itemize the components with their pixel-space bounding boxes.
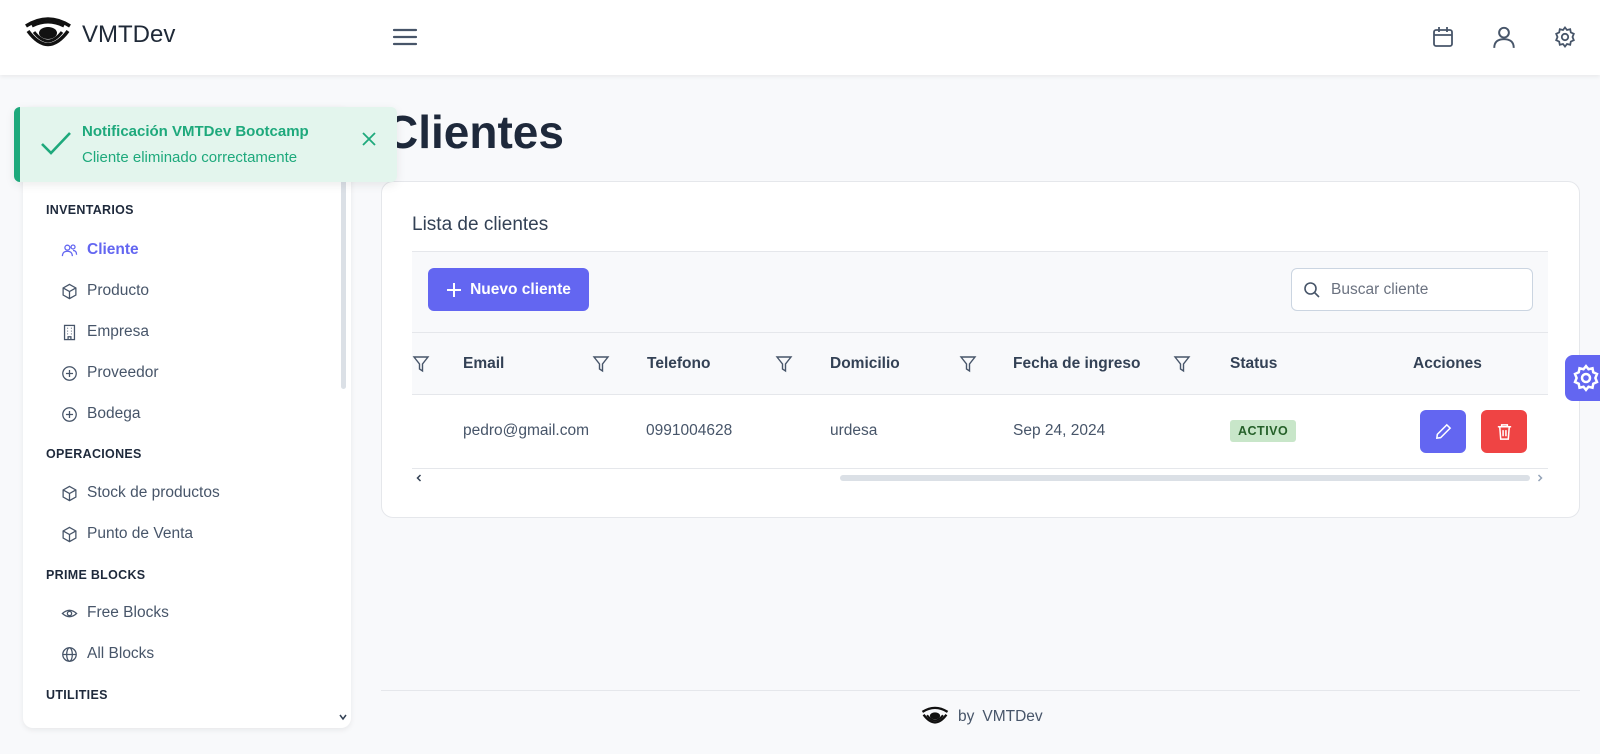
chevron-left-icon[interactable] — [414, 473, 424, 483]
profile-button[interactable] — [1485, 18, 1523, 56]
settings-button[interactable] — [1546, 18, 1584, 56]
cell-email: pedro@gmail.com — [463, 422, 590, 439]
search-box — [1291, 268, 1533, 311]
sidebar-item-label: Empresa — [87, 323, 150, 340]
sidebar-item-label: Cliente — [87, 241, 139, 258]
settings-icon — [1555, 26, 1575, 48]
logo-icon — [25, 17, 71, 47]
sidebar-item-label: Proveedor — [87, 364, 159, 381]
scrollbar-thumb[interactable] — [840, 475, 1530, 481]
plus-circle-icon — [62, 406, 77, 422]
cell-fecha: Sep 24, 2024 — [1013, 422, 1106, 439]
logo-icon — [921, 706, 949, 724]
table-row: pedro@gmail.com 0991004628 urdesa Sep 24… — [412, 395, 1548, 469]
column-status: Status — [1230, 355, 1278, 372]
column-email: Email — [463, 355, 505, 372]
sidebar-item-label: Free Blocks — [87, 604, 169, 621]
users-icon — [61, 243, 78, 256]
cell-telefono: 0991004628 — [646, 422, 733, 439]
toolbar: Nuevo cliente — [412, 251, 1548, 333]
edit-button[interactable] — [1420, 410, 1466, 453]
sidebar-item-punto-de-venta[interactable]: Punto de Venta — [61, 519, 193, 549]
filter-icon[interactable] — [775, 355, 793, 373]
sidebar-scrollbar[interactable] — [341, 167, 346, 389]
box-icon — [62, 485, 77, 501]
toast-message: Cliente eliminado correctamente — [82, 149, 298, 166]
page-title: Clientes — [385, 106, 564, 158]
search-icon — [1304, 281, 1320, 298]
footer-by: by — [958, 708, 975, 725]
sidebar-item-bodega[interactable]: Bodega — [61, 399, 140, 429]
app-logo[interactable]: VMTDev — [22, 14, 175, 56]
status-badge: ACTIVO — [1230, 420, 1297, 442]
close-icon[interactable] — [359, 129, 379, 149]
sidebar-section-inventarios: INVENTARIOS — [46, 203, 134, 217]
sidebar-item-producto[interactable]: Producto — [61, 276, 149, 306]
pencil-icon — [1435, 423, 1451, 440]
filter-icon[interactable] — [412, 355, 430, 373]
calendar-icon — [1433, 27, 1453, 47]
new-client-label: Nuevo cliente — [470, 280, 571, 298]
globe-icon — [62, 646, 77, 662]
footer: by VMTDev — [920, 705, 1043, 729]
sidebar-item-empresa[interactable]: Empresa — [61, 317, 149, 347]
menu-toggle-button[interactable] — [388, 20, 422, 54]
check-icon — [41, 132, 71, 155]
sidebar: INVENTARIOS Cliente Producto Empresa Pro… — [23, 107, 351, 728]
new-client-button[interactable]: Nuevo cliente — [428, 268, 589, 311]
search-input[interactable] — [1331, 280, 1511, 299]
menu-icon — [392, 28, 418, 46]
chevron-down-icon[interactable] — [338, 712, 348, 722]
box-icon — [62, 283, 77, 299]
trash-icon — [1497, 424, 1511, 440]
card-title: Lista de clientes — [412, 214, 549, 235]
sidebar-item-label: Stock de productos — [87, 484, 220, 501]
delete-button[interactable] — [1481, 410, 1527, 453]
cell-domicilio: urdesa — [830, 422, 878, 439]
table-horizontal-scrollbar[interactable] — [412, 469, 1548, 485]
sidebar-item-proveedor[interactable]: Proveedor — [61, 358, 159, 388]
plus-icon — [447, 282, 462, 297]
calendar-button[interactable] — [1424, 18, 1462, 56]
footer-divider — [381, 690, 1580, 691]
user-icon — [1493, 26, 1515, 48]
sidebar-item-label: All Blocks — [87, 645, 155, 662]
sidebar-item-label: Punto de Venta — [87, 525, 194, 542]
eye-icon — [61, 609, 78, 617]
sidebar-section-operaciones: OPERACIONES — [46, 447, 142, 461]
filter-icon[interactable] — [959, 355, 977, 373]
column-acciones: Acciones — [1413, 355, 1482, 372]
sidebar-item-all-blocks[interactable]: All Blocks — [61, 639, 154, 669]
table-header: Email Telefono Domicilio Fecha de ingres… — [412, 333, 1548, 395]
filter-icon[interactable] — [592, 355, 610, 373]
chevron-right-icon[interactable] — [1535, 473, 1545, 483]
app-name: VMTDev — [82, 21, 176, 48]
sidebar-item-stock[interactable]: Stock de productos — [61, 478, 220, 508]
box-icon — [62, 526, 77, 542]
column-fecha-ingreso: Fecha de ingreso — [1013, 355, 1141, 372]
topbar: VMTDev — [0, 0, 1600, 75]
success-toast: Notificación VMTDev Bootcamp Cliente eli… — [14, 107, 397, 182]
sidebar-section-prime-blocks: PRIME BLOCKS — [46, 568, 146, 582]
settings-icon — [1573, 364, 1599, 392]
filter-icon[interactable] — [1173, 355, 1191, 373]
sidebar-item-cliente[interactable]: Cliente — [61, 235, 139, 265]
building-icon — [63, 324, 76, 340]
sidebar-item-label: Producto — [87, 282, 150, 299]
sidebar-item-free-blocks[interactable]: Free Blocks — [61, 598, 169, 628]
column-telefono: Telefono — [647, 355, 711, 372]
column-domicilio: Domicilio — [830, 355, 900, 372]
sidebar-section-utilities: UTILITIES — [46, 688, 108, 702]
toast-title: Notificación VMTDev Bootcamp — [82, 123, 309, 140]
layout-config-button[interactable] — [1565, 355, 1600, 401]
plus-circle-icon — [62, 365, 77, 381]
sidebar-item-label: Bodega — [87, 405, 141, 422]
clients-card: Lista de clientes Nuevo cliente Email Te… — [381, 181, 1580, 518]
footer-brand: VMTDev — [982, 708, 1043, 725]
